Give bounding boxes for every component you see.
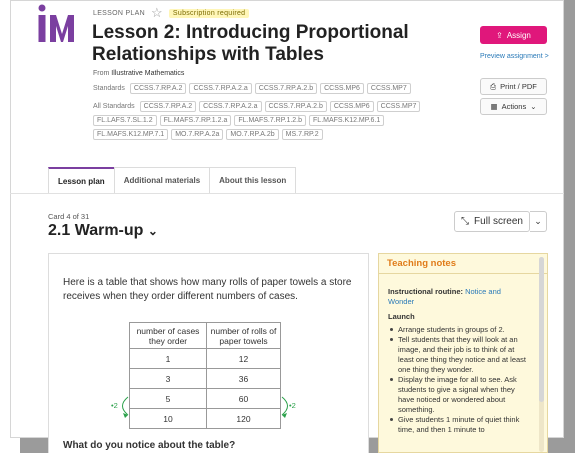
notes-scrollbar-thumb[interactable] <box>539 257 544 402</box>
standard-tag[interactable]: CCSS.7.RP.A.2 <box>139 101 197 112</box>
standard-tag[interactable]: FL.MAFS.K12.MP.6.1 <box>309 115 385 126</box>
activity-question: What do you notice about the table? <box>63 440 236 451</box>
teaching-notes-title: Teaching notes <box>387 258 456 269</box>
left-multiplier-label: •2 <box>111 401 118 410</box>
chevron-down-icon: ⌄ <box>147 224 158 238</box>
grid-icon: ▦ <box>490 102 498 111</box>
from-prefix: From <box>93 70 110 77</box>
standard-tag[interactable]: FL.MAFS.K12.MP.7.1 <box>93 129 169 140</box>
multiplier-arrows <box>122 396 288 418</box>
right-multiplier-label: •2 <box>289 401 296 410</box>
assign-button[interactable]: ⇪ Assign <box>480 26 547 44</box>
launch-heading: Launch <box>388 312 415 321</box>
list-item: Give students 1 minute of quiet think ti… <box>390 415 532 435</box>
subscription-badge: Subscription required <box>168 8 250 18</box>
assign-label: Assign <box>506 30 531 40</box>
actions-label: Actions <box>501 102 527 111</box>
standard-tag[interactable]: MO.7.RP.A.2a <box>171 129 224 140</box>
standard-tag[interactable]: CCSS.MP7 <box>366 83 411 94</box>
standard-tag[interactable]: FL.MAFS.7.RP.1.2.a <box>159 115 232 126</box>
standard-tag[interactable]: CCSS.MP6 <box>320 83 364 94</box>
page-title: Lesson 2: Introducing Proportional Relat… <box>92 22 452 66</box>
title-line-2: Relationships with Tables <box>92 44 324 65</box>
launch-steps-list: Arrange students in groups of 2. Tell st… <box>390 325 532 435</box>
standard-tag[interactable]: FL.MAFS.7.RP.1.2.b <box>234 115 307 126</box>
print-label: Print / PDF <box>500 82 537 91</box>
activity-card: Here is a table that shows how many roll… <box>48 253 369 453</box>
chevron-down-icon: ⌄ <box>534 216 542 226</box>
expand-icon: ⤡ <box>461 216 470 227</box>
lesson-plan-label: LESSON PLAN <box>93 9 145 17</box>
illustrative-math-logo[interactable] <box>36 4 82 44</box>
instructional-routine: Instructional routine: Notice and Wonder <box>388 287 528 307</box>
preview-assignment-link[interactable]: Preview assignment > <box>480 53 549 60</box>
standard-tag[interactable]: CCSS.7.RP.A.2.b <box>264 101 327 112</box>
standard-tag[interactable]: MO.7.RP.A.2b <box>226 129 279 140</box>
tab-lesson-plan[interactable]: Lesson plan <box>48 167 115 193</box>
standard-tag[interactable]: MS.7.RP.2 <box>281 129 323 140</box>
full-screen-button[interactable]: ⤡ Full screen <box>454 211 530 232</box>
favorite-star-icon[interactable]: ☆ <box>151 6 163 19</box>
standard-tag[interactable]: CCSS.7.RP.A.2.a <box>199 101 262 112</box>
standard-tag[interactable]: CCSS.7.RP.A.2.a <box>189 83 252 94</box>
source-line: From Illustrative Mathematics <box>93 70 184 77</box>
chevron-down-icon: ⌄ <box>530 102 537 111</box>
print-pdf-button[interactable]: ⎙ Print / PDF <box>480 78 547 95</box>
list-item: Tell students that they will look at an … <box>390 335 532 375</box>
all-standards-label: All Standards <box>93 103 135 110</box>
tabs-divider <box>10 193 564 194</box>
card-counter: Card 4 of 31 <box>48 212 90 221</box>
standards-row: Standards CCSS.7.RP.A.2 CCSS.7.RP.A.2.a … <box>93 83 453 94</box>
all-standards-row: All Standards CCSS.7.RP.A.2 CCSS.7.RP.A.… <box>93 101 433 140</box>
source-name: Illustrative Mathematics <box>111 70 185 77</box>
left-arrow-icon <box>122 396 129 416</box>
standard-tag[interactable]: CCSS.MP6 <box>329 101 374 112</box>
lesson-tabs: Lesson plan Additional materials About t… <box>48 167 297 193</box>
tab-about-this-lesson[interactable]: About this lesson <box>209 167 297 193</box>
standard-tag[interactable]: CCSS.MP7 <box>376 101 421 112</box>
standard-tag[interactable]: CCSS.7.RP.A.2.b <box>254 83 318 94</box>
share-icon: ⇪ <box>496 30 503 40</box>
standards-label: Standards <box>93 85 125 92</box>
teaching-notes-panel: Teaching notes Instructional routine: No… <box>378 253 548 453</box>
printer-icon: ⎙ <box>490 81 497 91</box>
card-title-text: 2.1 Warm-up <box>48 222 144 239</box>
standard-tag[interactable]: FL.LAFS.7.SL.1.2 <box>93 115 157 126</box>
standard-tag[interactable]: CCSS.7.RP.A.2 <box>129 83 187 94</box>
right-arrow-icon <box>281 396 288 416</box>
tab-additional-materials[interactable]: Additional materials <box>113 167 211 193</box>
full-screen-label: Full screen <box>474 216 523 227</box>
lesson-plan-row: LESSON PLAN ☆ Subscription required <box>93 6 250 19</box>
actions-dropdown-button[interactable]: ▦ Actions ⌄ <box>480 98 547 115</box>
routine-label: Instructional routine: <box>388 287 463 296</box>
full-screen-dropdown-button[interactable]: ⌄ <box>530 211 547 232</box>
list-item: Arrange students in groups of 2. <box>390 325 532 335</box>
notes-divider <box>379 273 547 274</box>
title-line-1: Lesson 2: Introducing Proportional <box>92 22 409 43</box>
card-title-dropdown[interactable]: 2.1 Warm-up ⌄ <box>48 222 158 240</box>
list-item: Display the image for all to see. Ask st… <box>390 375 532 415</box>
